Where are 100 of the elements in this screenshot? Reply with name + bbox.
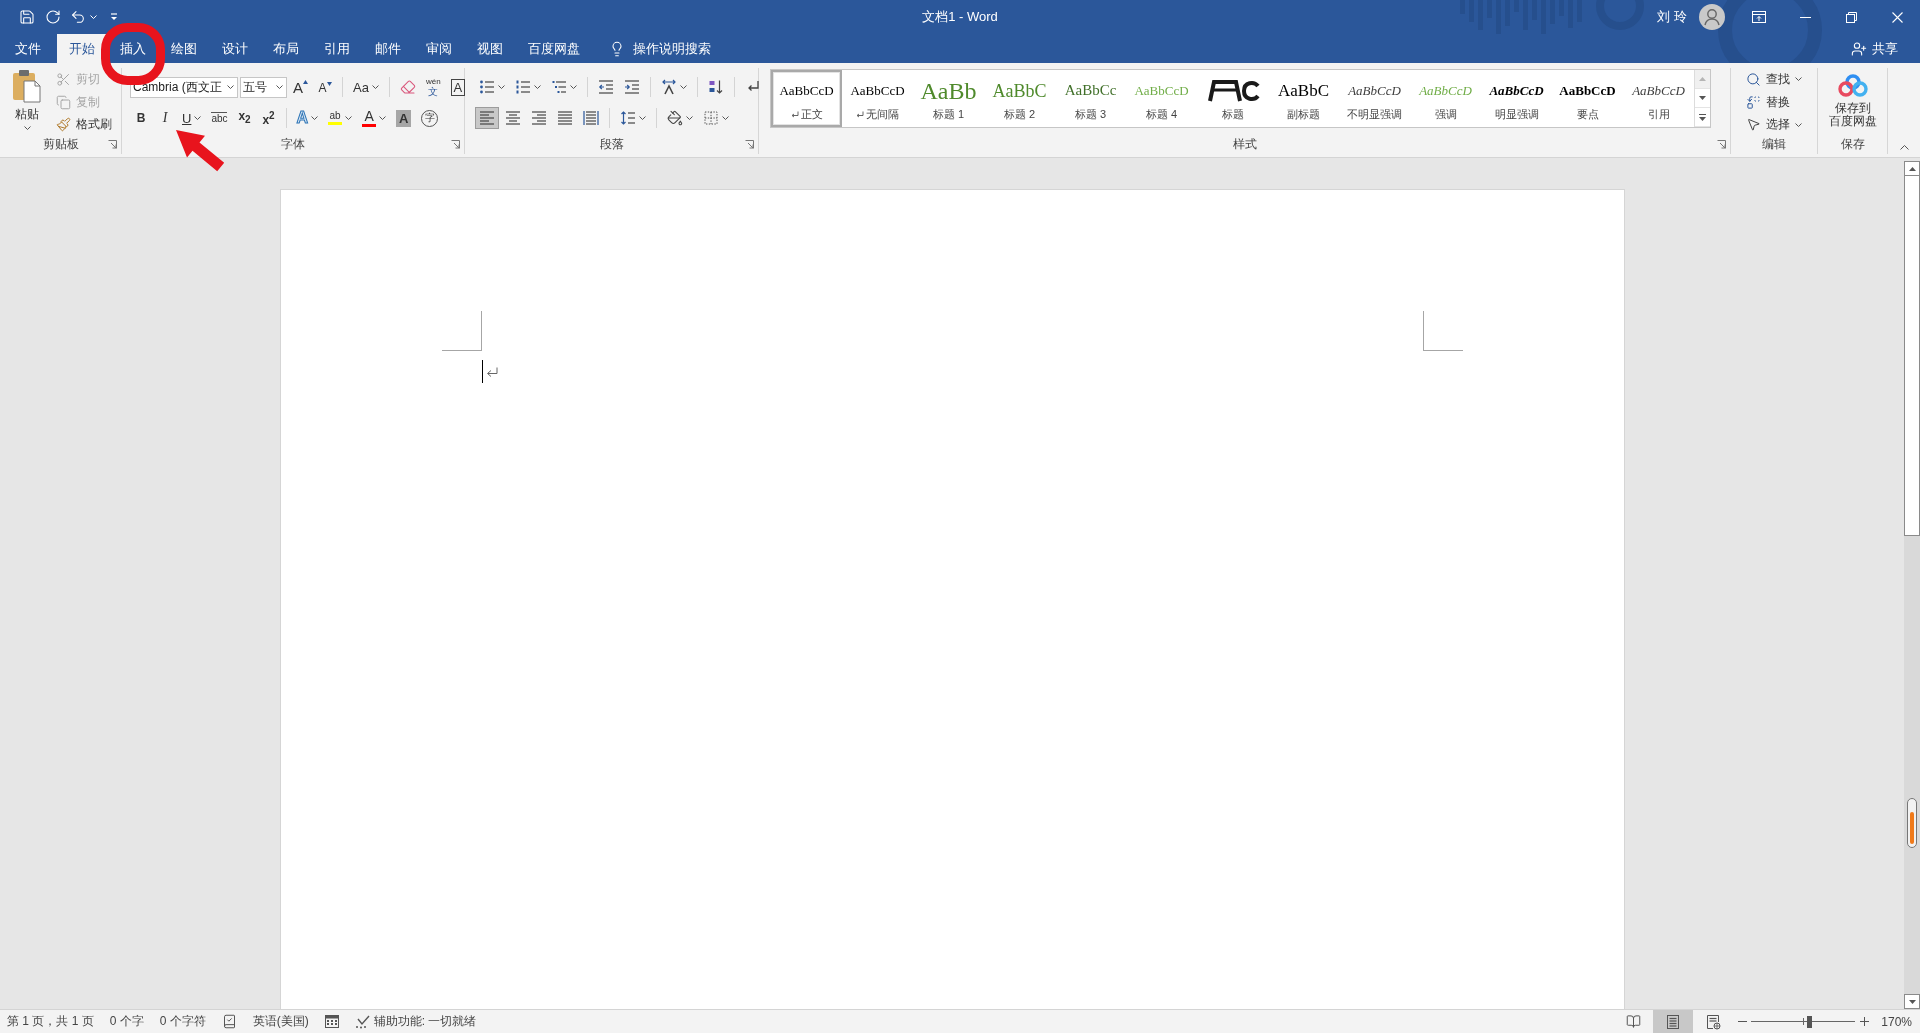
copy-icon <box>56 94 71 110</box>
caret-icon <box>1795 77 1802 82</box>
underline-button[interactable]: U <box>178 107 206 129</box>
find-button[interactable]: 查找 <box>1743 69 1805 90</box>
ribbon-tab[interactable]: 布局 <box>261 34 311 63</box>
bold-button[interactable]: B <box>130 107 152 129</box>
margin-corner-mark <box>441 311 482 351</box>
scrollbar-thumb[interactable] <box>1904 176 1920 536</box>
margin-corner-mark <box>1422 311 1463 351</box>
caret-icon <box>722 116 729 120</box>
highlight-button[interactable]: ab <box>324 107 357 129</box>
distribute-icon <box>583 110 599 126</box>
book-check-icon <box>221 1014 237 1029</box>
style-preview: AaBbCcD <box>1489 84 1544 97</box>
ribbon-tab[interactable]: 文件 <box>0 34 56 63</box>
tell-me-search[interactable]: 操作说明搜索 <box>605 34 715 63</box>
ribbon-tab[interactable]: 审阅 <box>414 34 464 63</box>
more-icon <box>1699 113 1706 121</box>
ribbon-tab[interactable]: 引用 <box>312 34 362 63</box>
account-button[interactable] <box>1699 4 1725 30</box>
user-name[interactable]: 刘 玲 <box>1657 8 1687 26</box>
strikethrough-button[interactable]: abc <box>207 107 232 129</box>
italic-button[interactable]: I <box>154 107 176 129</box>
ribbon-tab[interactable]: 邮件 <box>363 34 413 63</box>
status-bar-text[interactable]: 0 个字 <box>109 1010 144 1033</box>
paragraph-mark-icon <box>485 367 498 378</box>
subscript-button[interactable]: x$_{2}$ <box>233 107 256 129</box>
style-name: 标题 1 <box>932 107 965 122</box>
dialog-launcher-button[interactable] <box>745 140 754 149</box>
chevron-up-icon <box>1899 145 1909 150</box>
search-icon <box>1746 71 1761 87</box>
status-bar-text[interactable]: 0 个字符 <box>159 1010 206 1033</box>
line-spacing-icon <box>620 110 636 126</box>
style-name: 正文 <box>790 107 823 122</box>
minus-icon <box>1737 1021 1747 1022</box>
dialog-launcher-button[interactable] <box>451 140 460 149</box>
down-triangle-icon <box>1908 999 1916 1004</box>
caret-icon <box>276 85 283 89</box>
style-preview: AaBbCcD <box>1632 84 1685 97</box>
strike-line-icon <box>211 112 228 113</box>
person-plus-icon <box>1851 40 1867 57</box>
repeat-icon <box>45 9 61 25</box>
scroll-down-button[interactable] <box>1904 994 1920 1009</box>
group-label: 剪贴板 <box>42 136 79 153</box>
ribbon-tab[interactable]: 开始 <box>57 34 107 63</box>
lightbulb-icon <box>609 40 625 57</box>
align-left-button[interactable] <box>475 107 499 129</box>
paragraph-mark-icon <box>790 111 799 118</box>
style-preview: AaBbCc <box>1064 83 1117 98</box>
zoom-level[interactable]: 170% <box>1881 1014 1912 1029</box>
ribbon-tab[interactable]: 视图 <box>465 34 515 63</box>
up-triangle-icon <box>1699 77 1706 81</box>
style-name: 标题 2 <box>1003 107 1036 122</box>
style-item[interactable]: AaBbCcD 正文 <box>771 70 842 127</box>
ribbon-tab[interactable]: 绘图 <box>159 34 209 63</box>
align-right-icon <box>531 110 547 126</box>
superscript-button[interactable]: x$^{2}$ <box>257 107 280 129</box>
caret-icon <box>311 116 319 120</box>
accessibility-button[interactable]: 辅助功能: 一切就绪 <box>354 1010 477 1033</box>
change-case-button[interactable]: Aa <box>349 76 383 98</box>
ribbon-tab[interactable]: 设计 <box>210 34 260 63</box>
justify-icon <box>557 110 573 126</box>
save-to-cloud-button[interactable]: 保存到 百度网盘 <box>1828 68 1877 135</box>
status-bar-text[interactable]: 第 1 页，共 1 页 <box>7 1010 94 1033</box>
replace-button[interactable]: 替换 <box>1743 91 1805 113</box>
print-view-button[interactable] <box>1653 1010 1694 1033</box>
dialog-launcher-button[interactable] <box>1717 140 1726 149</box>
format-painter-button[interactable]: 格式刷 <box>53 114 115 135</box>
accessibility-check-icon <box>354 1014 371 1029</box>
dialog-launcher-button[interactable] <box>108 140 117 149</box>
caret-icon <box>345 116 353 120</box>
replace-icon <box>1746 94 1761 110</box>
status-bar-text[interactable]: 英语(美国) <box>252 1010 309 1033</box>
down-triangle-icon <box>1699 96 1706 100</box>
font-size-field[interactable]: 五号 <box>240 76 287 98</box>
font-color-button[interactable]: A <box>358 107 391 129</box>
phonetic-guide-button[interactable]: wén 文 <box>421 76 445 98</box>
caret-icon <box>680 85 687 89</box>
ribbon-tab[interactable]: 百度网盘 <box>516 34 592 63</box>
shrink-font-button[interactable]: A <box>314 76 336 98</box>
zoom-slider-thumb[interactable] <box>1807 1015 1813 1028</box>
caret-icon <box>227 85 234 89</box>
grow-font-button[interactable]: A <box>289 76 312 98</box>
caret-icon <box>570 85 577 89</box>
paste-button[interactable]: 粘贴 <box>5 68 49 135</box>
scroll-up-button[interactable] <box>1904 161 1920 176</box>
share-button[interactable]: 共享 <box>1847 34 1902 63</box>
style-name: 明显强调 <box>1494 107 1539 122</box>
text-direction-icon <box>661 79 677 95</box>
select-button[interactable]: 选择 <box>1743 114 1805 135</box>
style-preview: AaBbCcD <box>1134 84 1189 97</box>
group-label: 字体 <box>281 136 305 153</box>
zoom-in-button[interactable] <box>1858 1014 1871 1029</box>
style-preview: AaBb <box>920 78 977 103</box>
customize-icon <box>109 12 119 22</box>
caret-icon <box>1795 122 1802 127</box>
close-icon <box>1891 11 1903 23</box>
scroll-marker-icon <box>1907 798 1917 848</box>
corner-arrow-icon <box>108 140 117 149</box>
caret-icon <box>23 126 31 130</box>
